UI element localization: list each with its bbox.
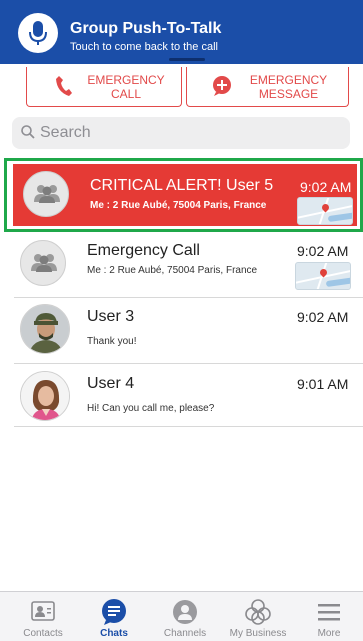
chat-preview: Hi! Can you call me, please?	[87, 403, 215, 414]
chat-time: 9:02 AM	[297, 243, 349, 259]
tab-label: Chats	[100, 628, 128, 639]
tab-label: More	[317, 628, 341, 639]
chat-name: User 3	[87, 308, 135, 325]
chat-preview: Me : 2 Rue Aubé, 75004 Paris, France	[87, 265, 258, 276]
tab-chats[interactable]: Chats	[78, 592, 150, 641]
woman-avatar	[20, 371, 70, 421]
group-avatar	[23, 171, 69, 217]
search-input[interactable]	[40, 121, 340, 145]
tab-label: My Business	[229, 628, 287, 639]
ptt-title: Group Push-To-Talk	[70, 20, 222, 37]
microphone-icon[interactable]	[18, 13, 58, 53]
active-indicator	[169, 58, 205, 61]
map-thumbnail[interactable]	[297, 197, 353, 225]
tab-contacts[interactable]: Contacts	[7, 592, 79, 641]
channels-icon	[173, 600, 197, 624]
business-icon	[245, 599, 271, 625]
map-thumbnail[interactable]	[295, 262, 351, 290]
phone-icon	[56, 76, 72, 96]
soldier-avatar	[20, 304, 70, 354]
search-icon	[21, 125, 35, 139]
group-icon	[34, 185, 60, 203]
tab-channels[interactable]: Channels	[149, 592, 221, 641]
chat-name: User 4	[87, 375, 135, 392]
tab-my-business[interactable]: My Business	[222, 592, 294, 641]
alert-highlight: CRITICAL ALERT! User 5 9:02 AM Me : 2 Ru…	[13, 164, 357, 226]
chats-icon	[102, 599, 126, 625]
tab-label: Contacts	[23, 628, 63, 639]
menu-icon	[318, 604, 340, 621]
ptt-banner[interactable]: Group Push-To-Talk Touch to come back to…	[0, 0, 363, 64]
ptt-subtitle: Touch to come back to the call	[70, 41, 218, 53]
emergency-call-label: EMERGENCY CALL	[87, 73, 165, 101]
chat-time: 9:02 AM	[300, 179, 352, 195]
contacts-icon	[31, 601, 55, 621]
chat-item-user-3[interactable]: User 3 9:02 AM Thank you!	[14, 298, 363, 364]
chat-preview: Me : 2 Rue Aubé, 75004 Paris, France	[90, 200, 267, 211]
tab-label: Channels	[163, 628, 207, 639]
chat-item-user-4[interactable]: User 4 9:01 AM Hi! Can you call me, plea…	[14, 365, 363, 427]
emergency-message-button[interactable]: EMERGENCY MESSAGE	[186, 67, 349, 107]
chat-preview: Thank you!	[87, 336, 137, 347]
emergency-actions: EMERGENCY CALL EMERGENCY MESSAGE	[0, 67, 363, 109]
group-icon	[31, 254, 57, 272]
message-plus-icon	[213, 76, 231, 96]
emergency-call-button[interactable]: EMERGENCY CALL	[26, 67, 182, 107]
emergency-message-label: EMERGENCY MESSAGE	[249, 73, 328, 101]
chat-name: CRITICAL ALERT! User 5	[90, 177, 274, 194]
tab-bar: Contacts Chats Channels My Business More	[0, 591, 363, 641]
tab-more[interactable]: More	[293, 592, 363, 641]
search-bar[interactable]	[12, 117, 350, 149]
chat-name: Emergency Call	[87, 242, 200, 259]
chat-time: 9:02 AM	[297, 309, 349, 325]
chat-item-emergency-call[interactable]: Emergency Call 9:02 AM Me : 2 Rue Aubé, …	[14, 234, 363, 298]
group-avatar	[20, 240, 66, 286]
chat-item-critical-alert[interactable]: CRITICAL ALERT! User 5 9:02 AM Me : 2 Ru…	[4, 158, 363, 232]
chat-time: 9:01 AM	[297, 376, 349, 392]
